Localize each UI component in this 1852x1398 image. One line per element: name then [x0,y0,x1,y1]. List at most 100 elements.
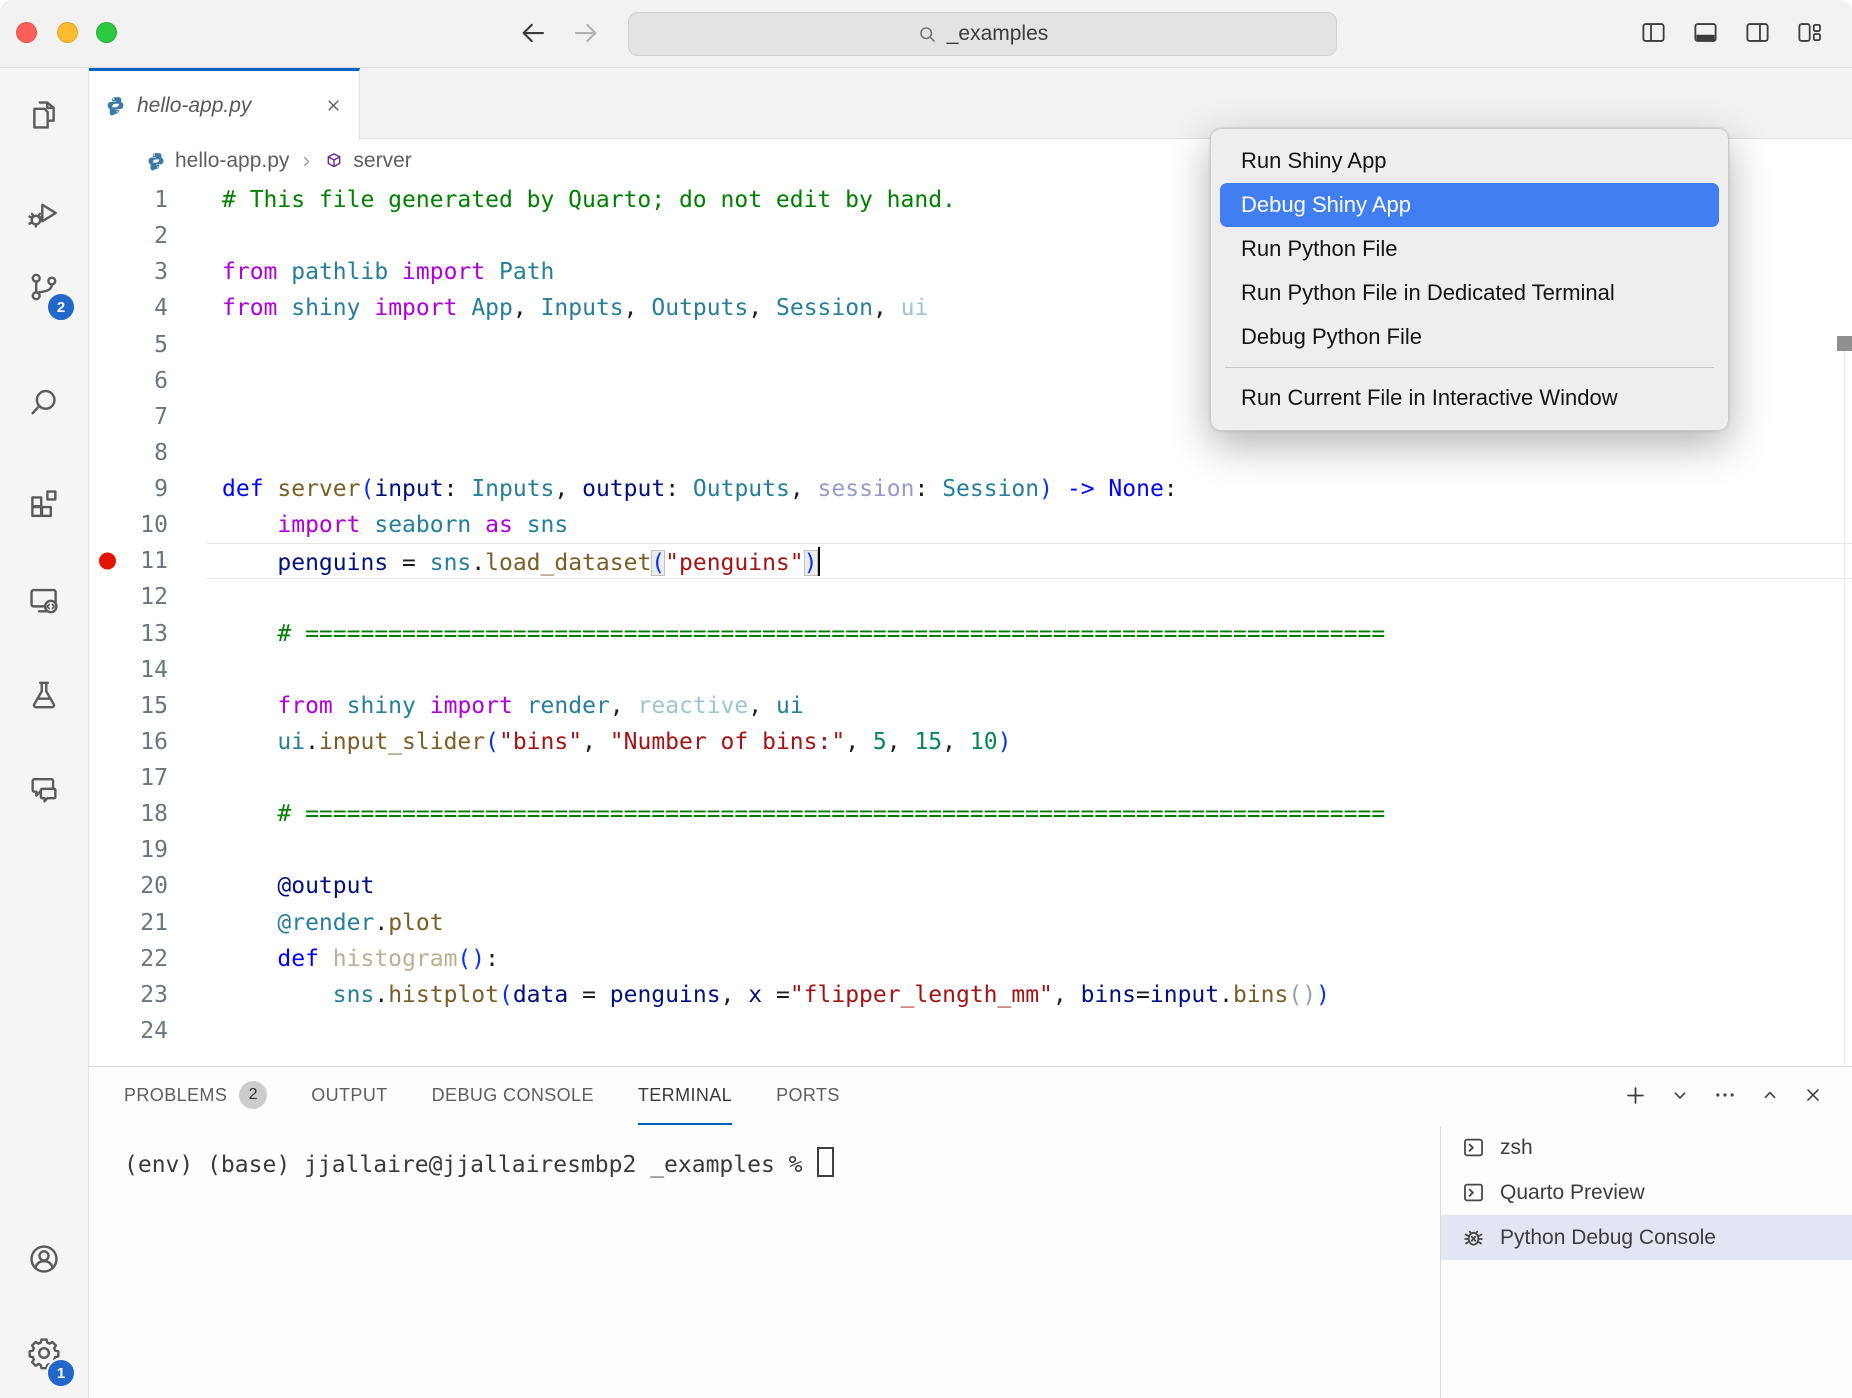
terminal-list-item-python-debug-console[interactable]: Python Debug Console [1441,1215,1852,1260]
breadcrumb-file[interactable]: hello-app.py [175,149,289,173]
code-text: def histogram(): [222,946,499,972]
gutter[interactable]: 14 [89,657,222,683]
menu-item-debug-python-file[interactable]: Debug Python File [1220,315,1719,359]
gutter[interactable]: 12 [89,584,222,610]
gutter[interactable]: 20 [89,873,222,899]
gutter[interactable]: 4 [89,295,222,321]
code-line-19[interactable]: 19 [89,832,1852,868]
activity-item-settings-gear[interactable]: 1 [27,1336,61,1370]
code-line-10[interactable]: 10 import seaborn as sns [89,507,1852,543]
panel-tab-label: PORTS [776,1085,840,1106]
code-line-21[interactable]: 21 @render.plot [89,905,1852,941]
gutter[interactable]: 21 [89,910,222,936]
menu-item-debug-shiny-app[interactable]: Debug Shiny App [1220,183,1719,227]
toggle-secondary-sidebar-button[interactable] [1744,19,1771,46]
menu-item-run-python-file[interactable]: Run Python File [1220,227,1719,271]
gutter[interactable]: 22 [89,946,222,972]
gutter[interactable]: 17 [89,765,222,791]
code-line-9[interactable]: 9def server(input: Inputs, output: Outpu… [89,471,1852,507]
code-line-12[interactable]: 12 [89,579,1852,615]
gutter[interactable]: 3 [89,259,222,285]
gutter[interactable]: 13 [89,621,222,647]
line-number: 15 [140,693,168,719]
new-terminal-button[interactable] [1623,1083,1648,1108]
gutter[interactable]: 9 [89,476,222,502]
activity-item-source-control[interactable]: 2 [27,270,61,304]
code-line-18[interactable]: 18 # ===================================… [89,796,1852,832]
panel-tab-ports[interactable]: PORTS [776,1067,840,1125]
activity-bar: 21 [0,68,89,1398]
code-line-14[interactable]: 14 [89,652,1852,688]
code-line-8[interactable]: 8 [89,435,1852,471]
scrollbar-thumb[interactable] [1837,336,1852,351]
command-center-search[interactable]: _examples [628,12,1337,56]
gutter[interactable]: 10 [89,512,222,538]
activity-item-search[interactable] [27,386,61,420]
problems-badge: 2 [239,1081,267,1109]
forward-button[interactable] [571,18,601,48]
zoom-window-button[interactable] [96,22,117,43]
terminal-launch-dropdown-button[interactable] [1669,1084,1691,1106]
gutter[interactable]: 16 [89,729,222,755]
panel-tab-output[interactable]: OUTPUT [311,1067,387,1125]
activity-item-explorer[interactable] [27,98,61,132]
terminal-list-item-quarto-preview[interactable]: Quarto Preview [1441,1170,1852,1215]
code-line-15[interactable]: 15 from shiny import render, reactive, u… [89,688,1852,724]
panel-tab-terminal[interactable]: TERMINAL [638,1067,732,1125]
line-number: 18 [140,801,168,827]
tab-hello-app-py[interactable]: hello-app.py [89,68,360,140]
close-tab-icon[interactable] [324,96,343,115]
code-line-16[interactable]: 16 ui.input_slider("bins", "Number of bi… [89,724,1852,760]
panel-tab-debug-console[interactable]: DEBUG CONSOLE [432,1067,594,1125]
gutter[interactable]: 24 [89,1018,222,1044]
code-line-11[interactable]: 11 penguins = sns.load_dataset("penguins… [89,543,1852,579]
activity-item-testing[interactable] [27,678,61,712]
gutter[interactable]: 19 [89,837,222,863]
gutter[interactable]: 2 [89,223,222,249]
code-line-20[interactable]: 20 @output [89,868,1852,904]
code-line-13[interactable]: 13 # ===================================… [89,616,1852,652]
activity-item-run-debug[interactable] [27,196,61,230]
breakpoint-dot[interactable] [99,553,116,570]
close-panel-button[interactable] [1802,1084,1824,1106]
terminal-list-sash[interactable] [1440,1126,1441,1398]
panel-more-actions-button[interactable] [1712,1082,1738,1108]
line-number: 9 [154,476,168,502]
toggle-panel-button[interactable] [1692,19,1719,46]
gutter[interactable]: 6 [89,368,222,394]
activity-item-account[interactable] [27,1242,61,1276]
maximize-panel-button[interactable] [1759,1084,1781,1106]
activity-item-extensions[interactable] [27,485,61,519]
gutter[interactable]: 23 [89,982,222,1008]
gutter[interactable]: 5 [89,332,222,358]
gutter[interactable]: 15 [89,693,222,719]
code-line-17[interactable]: 17 [89,760,1852,796]
menu-item-run-python-file-in-dedicated-terminal[interactable]: Run Python File in Dedicated Terminal [1220,271,1719,315]
customize-layout-button[interactable] [1796,19,1823,46]
gutter[interactable]: 8 [89,440,222,466]
code-line-23[interactable]: 23 sns.histplot(data = penguins, x ="fli… [89,977,1852,1013]
back-button[interactable] [518,18,548,48]
menu-item-run-shiny-app[interactable]: Run Shiny App [1220,139,1719,183]
toggle-primary-sidebar-button[interactable] [1640,19,1667,46]
gutter[interactable]: 18 [89,801,222,827]
close-window-button[interactable] [16,22,37,43]
editor-cursor [818,547,821,576]
code-line-22[interactable]: 22 def histogram(): [89,941,1852,977]
gutter[interactable]: 1 [89,187,222,213]
terminal-list-item-zsh[interactable]: zsh [1441,1125,1852,1170]
gutter[interactable]: 11 [89,548,222,574]
activity-item-remote-explorer[interactable] [27,583,61,617]
terminal-icon [1461,1135,1486,1160]
line-number: 2 [154,223,168,249]
code-line-24[interactable]: 24 [89,1013,1852,1049]
debug-console-icon [1461,1225,1486,1250]
breadcrumb-symbol[interactable]: server [353,149,411,173]
gutter[interactable]: 7 [89,404,222,430]
minimize-window-button[interactable] [57,22,78,43]
menu-item-run-current-file-in-interactive-window[interactable]: Run Current File in Interactive Window [1220,376,1719,420]
activity-item-chat[interactable] [27,772,61,806]
terminal-icon [1461,1180,1486,1205]
panel-tab-problems[interactable]: PROBLEMS2 [124,1067,267,1125]
terminal-prompt[interactable]: (env) (base) jjallaire@jjallairesmbp2 _e… [124,1147,834,1178]
